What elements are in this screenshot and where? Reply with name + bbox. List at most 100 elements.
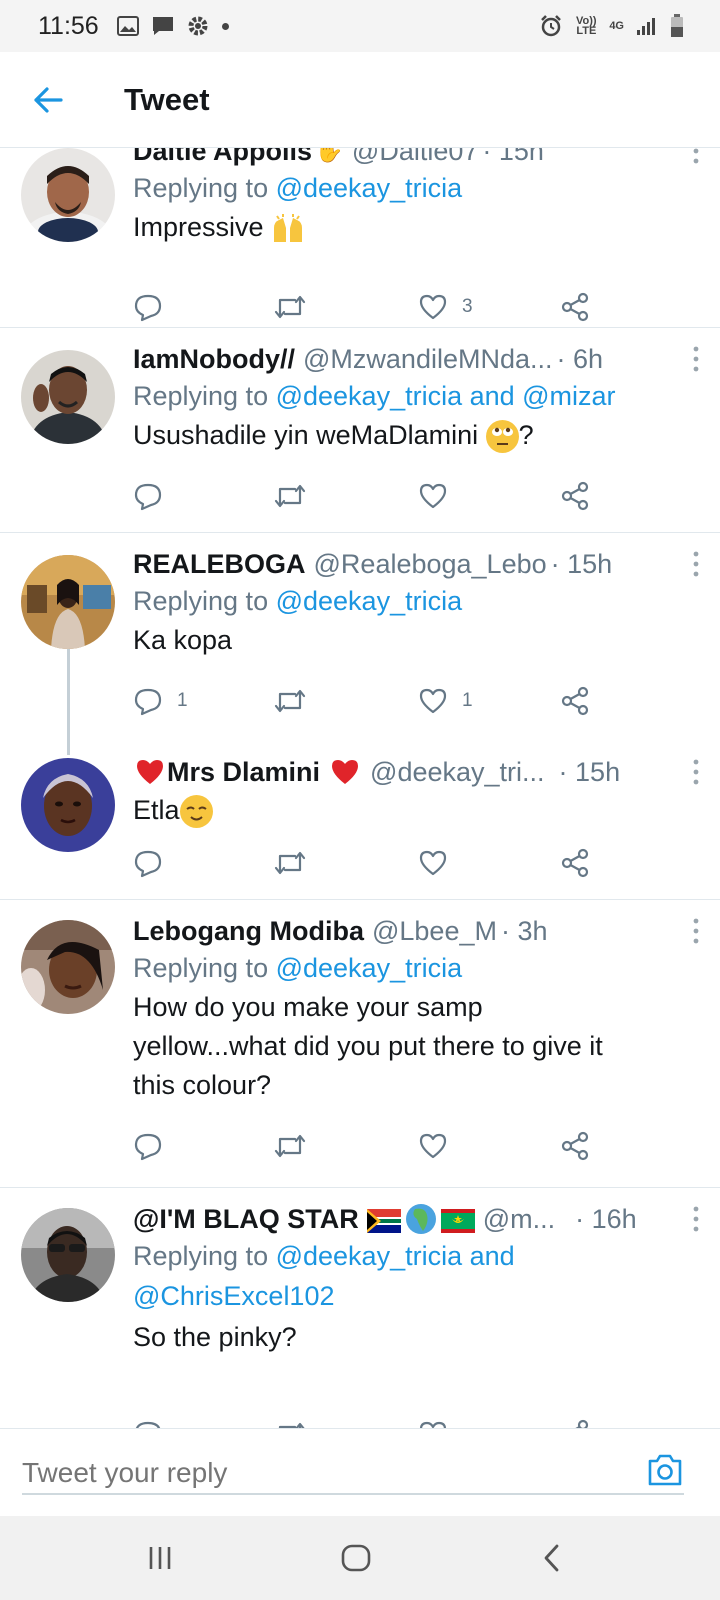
author-handle[interactable]: @deekay_tri...: [370, 755, 545, 789]
back-nav-button[interactable]: [532, 1540, 572, 1576]
replies-feed[interactable]: Daltie Appolis ✋ @Daltie07 · 15h Replyin…: [0, 148, 720, 1428]
share-button[interactable]: [560, 1414, 590, 1428]
retweet-button[interactable]: [273, 1126, 307, 1166]
share-button[interactable]: [560, 843, 590, 883]
more-icon[interactable]: [686, 549, 706, 579]
reply-button[interactable]: [133, 287, 177, 327]
tweet-time: · 6h: [556, 344, 604, 374]
like-button[interactable]: [418, 1414, 448, 1428]
mention-link[interactable]: @deekay_tricia: [276, 586, 463, 616]
author-name[interactable]: IamNobody//: [133, 342, 295, 376]
reply-icon: [134, 483, 162, 511]
share-button[interactable]: [560, 287, 590, 327]
author-handle[interactable]: @Daltie07: [352, 148, 478, 168]
reply-input[interactable]: [22, 1447, 684, 1495]
replying-prefix: Replying to: [133, 953, 276, 983]
tweet[interactable]: IamNobody// @MzwandileMNda... · 6h Reply…: [0, 328, 720, 533]
tweet[interactable]: @I'M BLAQ STAR @m... · 16h Replying to @…: [0, 1188, 720, 1428]
reply-button[interactable]: [133, 1414, 163, 1428]
more-icon[interactable]: [686, 148, 706, 166]
mention-link[interactable]: @deekay_tricia: [276, 173, 463, 203]
like-icon: [419, 688, 447, 714]
retweet-button[interactable]: [273, 476, 307, 516]
avatar[interactable]: [21, 758, 115, 852]
more-icon[interactable]: [686, 757, 706, 787]
tweet[interactable]: Lebogang Modiba @Lbee_M · 3h Replying to…: [0, 900, 720, 1188]
tweet-text: So the pinky?: [133, 1322, 297, 1352]
dot-icon: [221, 22, 229, 30]
author-handle[interactable]: @m...: [483, 1202, 555, 1236]
tweet-header: Mrs Dlamini @deekay_tri... · 15h: [133, 755, 690, 789]
like-icon: [419, 294, 447, 320]
red-heart-icon: [137, 760, 163, 784]
relieved-face-emoji-icon: [179, 795, 213, 829]
retweet-button[interactable]: [273, 681, 307, 721]
retweet-button[interactable]: [273, 843, 307, 883]
mention-link[interactable]: @deekay_tricia and: [276, 1241, 515, 1271]
folded-hands-icon: ✋: [314, 148, 344, 164]
tweet-time: · 15h: [482, 148, 544, 166]
share-button[interactable]: [560, 476, 590, 516]
reply-icon: [134, 1133, 162, 1161]
camera-icon[interactable]: [646, 1453, 684, 1487]
more-icon[interactable]: [686, 1204, 706, 1234]
tweet-text: Impressive: [133, 208, 690, 247]
more-icon[interactable]: [686, 916, 706, 946]
mention-link[interactable]: @deekay_tricia: [276, 953, 463, 983]
author-name[interactable]: @I'M BLAQ STAR: [133, 1202, 359, 1236]
like-button[interactable]: 3: [418, 287, 473, 327]
home-icon: [341, 1544, 371, 1572]
like-icon: [419, 850, 447, 876]
retweet-button[interactable]: [273, 1414, 307, 1428]
recent-apps-button[interactable]: [140, 1540, 180, 1576]
mention-link[interactable]: @ChrisExcel102: [133, 1281, 335, 1311]
like-button[interactable]: 1: [418, 681, 473, 721]
reply-icon: [134, 688, 162, 716]
author-handle[interactable]: @Lbee_M: [372, 914, 497, 948]
replying-prefix: Replying to: [133, 173, 276, 203]
replying-to: Replying to @deekay_tricia: [133, 581, 690, 621]
avatar[interactable]: [21, 1208, 115, 1302]
retweet-button[interactable]: [273, 287, 307, 327]
tweet-text: Ka kopa: [133, 625, 233, 655]
share-button[interactable]: [560, 681, 590, 721]
author-name[interactable]: REALEBOGA: [133, 547, 306, 581]
mention-link[interactable]: @deekay_tricia and @mizar: [276, 381, 616, 411]
like-button[interactable]: [418, 843, 448, 883]
author-name[interactable]: Mrs Dlamini: [167, 755, 320, 789]
avatar[interactable]: [21, 555, 115, 649]
back-button[interactable]: [18, 70, 78, 130]
recent-apps-icon: [149, 1547, 171, 1569]
share-icon: [561, 292, 589, 322]
thread-connector: [67, 649, 70, 755]
replying-to: Replying to @deekay_tricia: [133, 168, 690, 208]
avatar[interactable]: [21, 350, 115, 444]
share-button[interactable]: [560, 1126, 590, 1166]
reply-button[interactable]: [133, 843, 163, 883]
tweet-header: Lebogang Modiba @Lbee_M · 3h: [133, 914, 690, 948]
author-name[interactable]: Lebogang Modiba: [133, 914, 364, 948]
share-icon: [561, 1131, 589, 1161]
like-button[interactable]: [418, 1126, 448, 1166]
share-icon: [561, 481, 589, 511]
reply-button[interactable]: 1: [133, 681, 188, 721]
replying-to-continued: @ChrisExcel102: [133, 1276, 690, 1316]
like-count: 3: [462, 296, 473, 317]
home-button[interactable]: [336, 1540, 376, 1576]
more-icon[interactable]: [686, 344, 706, 374]
reply-button[interactable]: [133, 1126, 163, 1166]
replying-to: Replying to @deekay_tricia and: [133, 1236, 690, 1276]
tweet-actions: [133, 1414, 603, 1428]
author-handle[interactable]: @MzwandileMNda...: [303, 342, 553, 376]
like-button[interactable]: [418, 476, 448, 516]
raising-hands-icon: [271, 213, 305, 244]
author-handle[interactable]: @Realeboga_Lebo: [314, 547, 547, 581]
reply-button[interactable]: [133, 476, 163, 516]
tweet[interactable]: Daltie Appolis ✋ @Daltie07 · 15h Replyin…: [0, 148, 720, 328]
like-count: 1: [462, 690, 473, 711]
retweet-icon: [274, 851, 306, 875]
avatar[interactable]: [21, 148, 115, 242]
author-name[interactable]: Daltie Appolis: [133, 148, 312, 168]
tweet-text-line: How do you make your samp: [133, 992, 483, 1022]
avatar[interactable]: [21, 920, 115, 1014]
